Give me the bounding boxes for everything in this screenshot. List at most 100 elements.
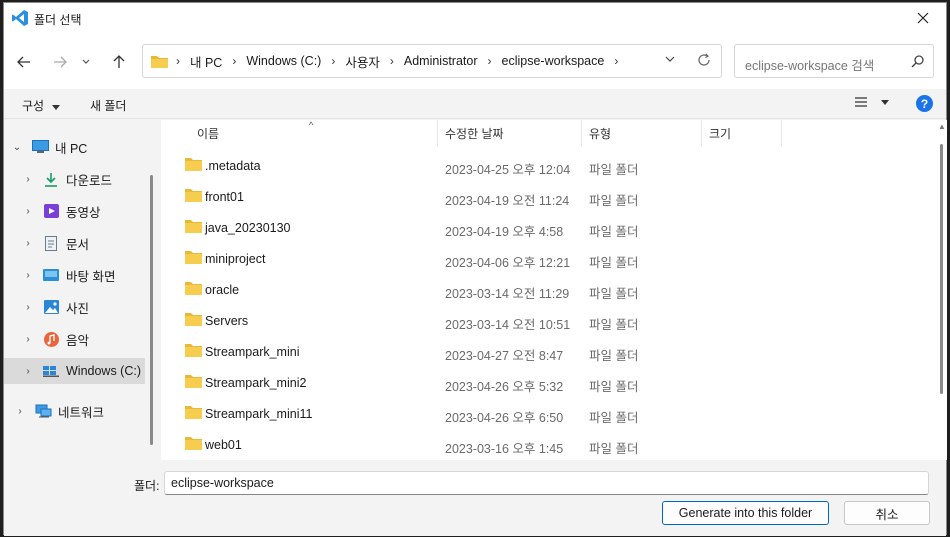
search-icon — [911, 55, 924, 68]
chevron-right-icon[interactable]: › — [22, 206, 34, 217]
desktop-icon — [42, 267, 60, 283]
file-type: 파일 폴더 — [589, 411, 639, 425]
chevron-right-icon[interactable]: › — [22, 270, 34, 281]
file-name: Streampark_mini11 — [205, 407, 313, 421]
file-name: oracle — [205, 283, 240, 297]
column-divider[interactable] — [701, 120, 702, 146]
column-header-modified[interactable]: 수정한 날짜 — [445, 120, 577, 146]
file-row[interactable]: web01 2023-03-16 오후 1:45 파일 폴더 — [161, 429, 936, 460]
file-row[interactable]: miniproject 2023-04-06 오후 12:21 파일 폴더 — [161, 243, 936, 274]
video-icon — [42, 203, 60, 219]
file-date: 2023-03-14 오전 11:29 — [445, 287, 570, 301]
nav-item-this-pc[interactable]: ⌄ 내 PC — [4, 134, 145, 160]
dialog-footer: 폴더: Generate into this folder 취소 — [4, 460, 946, 536]
nav-item-network[interactable]: › 네트워크 — [4, 398, 145, 424]
column-header-type[interactable]: 유형 — [589, 120, 699, 146]
arrow-left-icon — [17, 56, 30, 68]
nav-item-pictures[interactable]: › 사진 — [4, 294, 145, 320]
file-date: 2023-03-14 오전 10:51 — [445, 318, 571, 332]
help-button[interactable]: ? — [916, 95, 933, 112]
generate-into-folder-button[interactable]: Generate into this folder — [662, 501, 829, 525]
column-header-size[interactable]: 크기 — [709, 120, 779, 146]
breadcrumb-separator: › — [487, 54, 492, 68]
breadcrumb-users[interactable]: 사용자 — [345, 52, 380, 71]
nav-item-downloads[interactable]: › 다운로드 — [4, 166, 145, 192]
folder-icon — [185, 158, 202, 171]
scrollbar-thumb[interactable] — [940, 144, 943, 394]
folder-icon — [185, 220, 202, 233]
file-list-scrollbar[interactable]: ▲ — [936, 120, 947, 460]
file-type: 파일 폴더 — [589, 318, 639, 332]
folder-name-input[interactable] — [164, 471, 929, 495]
command-bar: 구성 새 폴더 ? — [4, 89, 946, 119]
nav-item-videos[interactable]: › 동영상 — [4, 198, 145, 224]
nav-scrollbar[interactable] — [150, 175, 153, 445]
file-date: 2023-04-19 오전 11:24 — [445, 194, 570, 208]
download-icon — [42, 171, 60, 187]
chevron-right-icon[interactable]: › — [22, 366, 34, 377]
view-options-button[interactable] — [854, 96, 890, 111]
cancel-button[interactable]: 취소 — [844, 501, 930, 525]
list-view-icon — [855, 97, 867, 107]
nav-item-label: Windows (C:) — [66, 364, 142, 378]
nav-item-label: 바탕 화면 — [66, 269, 116, 284]
network-icon — [34, 403, 52, 419]
nav-item-desktop[interactable]: › 바탕 화면 — [4, 262, 145, 288]
recent-locations-button[interactable] — [78, 50, 94, 74]
nav-item-label: 문서 — [66, 237, 90, 252]
back-button[interactable] — [12, 50, 36, 74]
window-title: 폴더 선택 — [34, 13, 82, 27]
caret-down-icon — [881, 100, 890, 105]
file-type: 파일 폴더 — [589, 442, 639, 456]
breadcrumb-windows-c[interactable]: Windows (C:) — [246, 54, 321, 68]
column-header-name[interactable]: 이름 — [197, 120, 433, 146]
file-row[interactable]: front01 2023-04-19 오전 11:24 파일 폴더 — [161, 181, 936, 212]
file-row[interactable]: Streampark_mini 2023-04-27 오전 8:47 파일 폴더 — [161, 336, 936, 367]
chevron-down-icon[interactable] — [665, 54, 675, 64]
organize-label: 구성 — [22, 99, 45, 113]
nav-item-music[interactable]: › 음악 — [4, 326, 145, 352]
address-bar[interactable]: › 내 PC › Windows (C:) › 사용자 › Administra… — [142, 44, 722, 78]
file-row[interactable]: Streampark_mini11 2023-04-26 오후 6:50 파일 … — [161, 398, 936, 429]
chevron-right-icon[interactable]: › — [22, 302, 34, 313]
column-divider[interactable] — [437, 120, 438, 146]
pictures-icon — [42, 299, 60, 315]
arrow-up-icon — [113, 55, 125, 68]
column-divider[interactable] — [781, 120, 782, 146]
file-date: 2023-04-06 오후 12:21 — [445, 256, 571, 270]
file-date: 2023-04-25 오후 12:04 — [445, 163, 571, 177]
navigation-bar: › 내 PC › Windows (C:) › 사용자 › Administra… — [4, 33, 946, 89]
file-row[interactable]: Streampark_mini2 2023-04-26 오후 5:32 파일 폴… — [161, 367, 936, 398]
search-box[interactable]: eclipse-workspace 검색 — [734, 44, 934, 78]
chevron-right-icon[interactable]: › — [22, 238, 34, 249]
chevron-right-icon[interactable]: › — [22, 334, 34, 345]
scroll-up-icon[interactable]: ▲ — [938, 122, 946, 131]
chevron-down-icon[interactable]: ⌄ — [11, 142, 23, 153]
up-button[interactable] — [107, 50, 131, 74]
nav-item-windows-c[interactable]: › Windows (C:) — [4, 358, 145, 384]
file-type: 파일 폴더 — [589, 349, 639, 363]
file-type: 파일 폴더 — [589, 225, 639, 239]
breadcrumb-eclipse-workspace[interactable]: eclipse-workspace — [502, 54, 605, 68]
new-folder-button[interactable]: 새 폴더 — [90, 97, 126, 114]
vscode-icon — [12, 10, 28, 26]
pc-icon — [31, 139, 49, 155]
forward-button[interactable] — [48, 50, 72, 74]
chevron-right-icon[interactable]: › — [22, 174, 34, 185]
folder-icon — [185, 313, 202, 326]
organize-menu[interactable]: 구성 — [22, 97, 61, 114]
file-row[interactable]: .metadata 2023-04-25 오후 12:04 파일 폴더 — [161, 150, 936, 181]
column-divider[interactable] — [581, 120, 582, 146]
file-row[interactable]: oracle 2023-03-14 오전 11:29 파일 폴더 — [161, 274, 936, 305]
file-row[interactable]: java_20230130 2023-04-19 오후 4:58 파일 폴더 — [161, 212, 936, 243]
chevron-right-icon[interactable]: › — [14, 406, 26, 417]
file-name: miniproject — [205, 252, 266, 266]
close-button[interactable] — [900, 3, 946, 33]
nav-item-documents[interactable]: › 문서 — [4, 230, 145, 256]
column-header-label: 수정한 날짜 — [445, 126, 504, 141]
breadcrumb-administrator[interactable]: Administrator — [404, 54, 478, 68]
folder-icon — [185, 344, 202, 357]
breadcrumb-this-pc[interactable]: 내 PC — [190, 52, 222, 71]
file-row[interactable]: Servers 2023-03-14 오전 10:51 파일 폴더 — [161, 305, 936, 336]
refresh-icon[interactable] — [697, 53, 711, 67]
